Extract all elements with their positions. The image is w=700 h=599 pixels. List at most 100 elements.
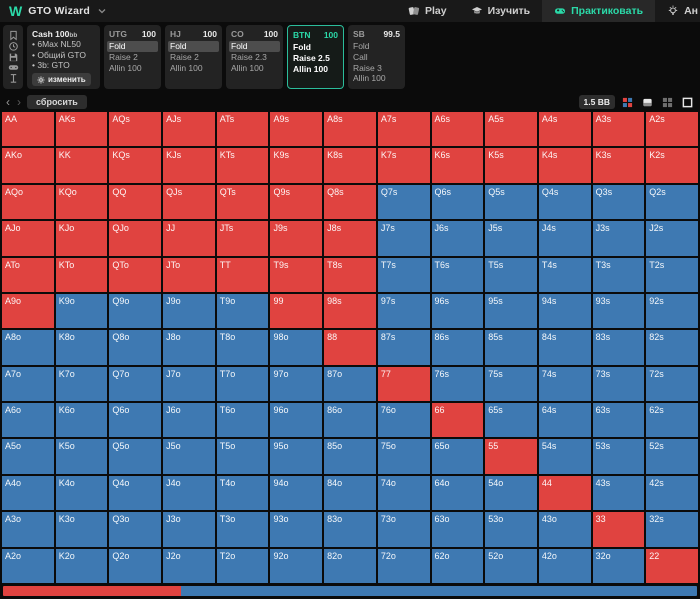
- hand-cell-A4o[interactable]: A4o: [2, 475, 54, 511]
- hand-cell-97o[interactable]: 97o: [270, 366, 323, 402]
- hand-cell-J9o[interactable]: J9o: [163, 293, 215, 329]
- hand-cell-A2o[interactable]: A2o: [2, 548, 54, 583]
- hand-cell-J5o[interactable]: J5o: [163, 439, 215, 474]
- hand-cell-T4o[interactable]: T4o: [216, 475, 269, 511]
- hand-cell-93o[interactable]: 93o: [270, 512, 323, 547]
- hand-cell-22[interactable]: 22: [646, 548, 698, 583]
- hand-cell-32s[interactable]: 32s: [646, 512, 698, 547]
- hand-cell-A5s[interactable]: A5s: [485, 112, 537, 147]
- hand-cell-K6s[interactable]: K6s: [431, 148, 484, 183]
- action-fold[interactable]: Fold: [107, 41, 158, 52]
- hand-cell-A2s[interactable]: A2s: [646, 112, 698, 147]
- hand-cell-QJs[interactable]: QJs: [163, 184, 215, 220]
- hand-cell-A9s[interactable]: A9s: [270, 112, 323, 147]
- hand-cell-A3s[interactable]: A3s: [592, 112, 645, 147]
- hand-cell-99[interactable]: 99: [270, 293, 323, 329]
- hand-cell-95o[interactable]: 95o: [270, 439, 323, 474]
- hand-cell-74s[interactable]: 74s: [538, 366, 591, 402]
- hand-cell-QJo[interactable]: QJo: [109, 221, 162, 256]
- hand-cell-K3s[interactable]: K3s: [592, 148, 645, 183]
- hand-cell-K4s[interactable]: K4s: [538, 148, 591, 183]
- hand-cell-J5s[interactable]: J5s: [485, 221, 537, 256]
- range-matrix-view-button[interactable]: [620, 95, 635, 110]
- hand-cell-QQ[interactable]: QQ: [109, 184, 162, 220]
- hand-cell-J2s[interactable]: J2s: [646, 221, 698, 256]
- hand-cell-T3s[interactable]: T3s: [592, 257, 645, 292]
- hand-cell-ATs[interactable]: ATs: [216, 112, 269, 147]
- hand-cell-T4s[interactable]: T4s: [538, 257, 591, 292]
- hand-cell-T9o[interactable]: T9o: [216, 293, 269, 329]
- hand-cell-87o[interactable]: 87o: [324, 366, 376, 402]
- hand-cell-54o[interactable]: 54o: [485, 475, 537, 511]
- hand-cell-JJ[interactable]: JJ: [163, 221, 215, 256]
- hand-cell-88[interactable]: 88: [324, 330, 376, 365]
- hand-cell-T5s[interactable]: T5s: [485, 257, 537, 292]
- hand-cell-33[interactable]: 33: [592, 512, 645, 547]
- history-forward-button[interactable]: ›: [16, 96, 22, 108]
- hand-cell-J7s[interactable]: J7s: [377, 221, 430, 256]
- hand-cell-97s[interactable]: 97s: [377, 293, 430, 329]
- grid-view-button[interactable]: [660, 95, 675, 110]
- hand-cell-KJs[interactable]: KJs: [163, 148, 215, 183]
- hand-cell-75s[interactable]: 75s: [485, 366, 537, 402]
- hand-cell-K4o[interactable]: K4o: [55, 475, 108, 511]
- hand-cell-83o[interactable]: 83o: [324, 512, 376, 547]
- hand-cell-K7o[interactable]: K7o: [55, 366, 108, 402]
- hand-cell-Q7o[interactable]: Q7o: [109, 366, 162, 402]
- save-icon[interactable]: [8, 52, 19, 63]
- history-icon[interactable]: [8, 41, 19, 52]
- hand-cell-A3o[interactable]: A3o: [2, 512, 54, 547]
- hand-cell-66[interactable]: 66: [431, 403, 484, 438]
- hand-cell-J3o[interactable]: J3o: [163, 512, 215, 547]
- hand-cell-74o[interactable]: 74o: [377, 475, 430, 511]
- action-allin-100[interactable]: Allin 100: [168, 63, 219, 74]
- hand-cell-T2s[interactable]: T2s: [646, 257, 698, 292]
- hand-cell-82o[interactable]: 82o: [324, 548, 376, 583]
- hand-cell-42o[interactable]: 42o: [538, 548, 591, 583]
- hand-cell-Q3s[interactable]: Q3s: [592, 184, 645, 220]
- hand-cell-Q2s[interactable]: Q2s: [646, 184, 698, 220]
- hand-cell-K6o[interactable]: K6o: [55, 403, 108, 438]
- nav-analyze[interactable]: Ан: [655, 0, 700, 22]
- hand-cell-87s[interactable]: 87s: [377, 330, 430, 365]
- hand-cell-J8o[interactable]: J8o: [163, 330, 215, 365]
- hand-cell-42s[interactable]: 42s: [646, 475, 698, 511]
- hand-cell-K2o[interactable]: K2o: [55, 548, 108, 583]
- hand-cell-43o[interactable]: 43o: [538, 512, 591, 547]
- hand-cell-Q6o[interactable]: Q6o: [109, 403, 162, 438]
- hand-cell-62o[interactable]: 62o: [431, 548, 484, 583]
- hand-cell-84o[interactable]: 84o: [324, 475, 376, 511]
- hand-cell-Q5o[interactable]: Q5o: [109, 439, 162, 474]
- action-fold[interactable]: Fold: [291, 42, 340, 53]
- hand-cell-92s[interactable]: 92s: [646, 293, 698, 329]
- action-allin-100[interactable]: Allin 100: [291, 64, 340, 75]
- nav-play[interactable]: Play: [396, 0, 459, 22]
- hand-cell-K3o[interactable]: K3o: [55, 512, 108, 547]
- hand-cell-Q9o[interactable]: Q9o: [109, 293, 162, 329]
- hand-cell-76s[interactable]: 76s: [431, 366, 484, 402]
- hand-cell-A8s[interactable]: A8s: [324, 112, 376, 147]
- action-raise-2-5[interactable]: Raise 2.5: [291, 53, 340, 64]
- action-allin-100[interactable]: Allin 100: [229, 63, 280, 74]
- hand-cell-KTs[interactable]: KTs: [216, 148, 269, 183]
- hand-cell-TT[interactable]: TT: [216, 257, 269, 292]
- hand-cell-KQs[interactable]: KQs: [109, 148, 162, 183]
- action-raise-2[interactable]: Raise 2: [107, 52, 158, 63]
- hand-cell-96o[interactable]: 96o: [270, 403, 323, 438]
- action-raise-3[interactable]: Raise 3: [351, 63, 402, 74]
- hand-cell-63o[interactable]: 63o: [431, 512, 484, 547]
- hand-cell-KTo[interactable]: KTo: [55, 257, 108, 292]
- bet-size-button[interactable]: 1.5 BB: [578, 95, 615, 109]
- hand-cell-K5s[interactable]: K5s: [485, 148, 537, 183]
- hand-cell-K7s[interactable]: K7s: [377, 148, 430, 183]
- action-raise-2-3[interactable]: Raise 2.3: [229, 52, 280, 63]
- hand-cell-94s[interactable]: 94s: [538, 293, 591, 329]
- hand-cell-T8s[interactable]: T8s: [324, 257, 376, 292]
- hand-cell-K8s[interactable]: K8s: [324, 148, 376, 183]
- history-back-button[interactable]: ‹: [5, 96, 11, 108]
- hand-cell-44[interactable]: 44: [538, 475, 591, 511]
- hand-cell-77[interactable]: 77: [377, 366, 430, 402]
- hand-cell-T9s[interactable]: T9s: [270, 257, 323, 292]
- action-fold[interactable]: Fold: [229, 41, 280, 52]
- text-cursor-icon[interactable]: [8, 73, 19, 84]
